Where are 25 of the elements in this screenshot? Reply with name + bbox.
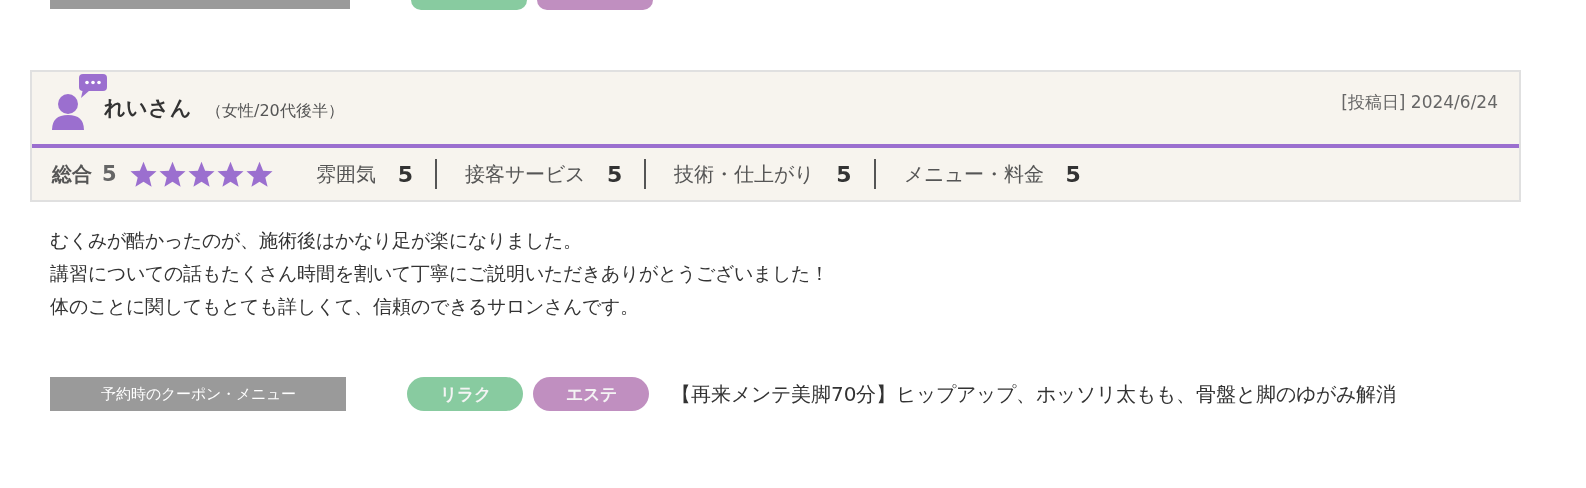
post-date: [投稿日] 2024/6/24 — [1341, 91, 1498, 114]
coupon-heading: 予約時のクーポン・メニュー — [50, 377, 346, 411]
rating-label: メニュー・料金 — [903, 160, 1044, 188]
review-text: 講習についての話もたくさん時間を割いて丁寧にご説明いただきありがとうございました！ — [50, 261, 830, 286]
rating-score: 5 — [397, 161, 413, 187]
rating-score: 5 — [836, 161, 852, 187]
review-text: むくみが酷かったのが、施術後はかなり足が楽になりました。 — [50, 228, 583, 253]
menu-name: 【再来メンテ美脚70分】ヒップアップ、ホッソリ太もも、骨盤と脚のゆがみ解消 — [671, 381, 1398, 408]
star-icon — [157, 159, 187, 189]
review-text: 体のことに関してもとても詳しくて、信頼のできるサロンさんです。 — [50, 294, 640, 319]
star-icon — [186, 159, 216, 189]
reviewer-name: れいさん — [104, 95, 192, 122]
star-icon — [128, 159, 158, 189]
rating-score: 5 — [606, 161, 623, 187]
rating-label: 接客サービス — [464, 160, 585, 188]
overall-score: 5 — [102, 162, 117, 186]
rating-score: 5 — [1065, 161, 1081, 187]
star-icon — [215, 159, 245, 189]
reviewer-profile: （女性/20代後半） — [206, 101, 344, 122]
star-icon — [244, 159, 274, 189]
category-tag: エステ — [533, 377, 649, 411]
overall-label: 総合 — [52, 160, 92, 188]
rating-label: 技術・仕上がり — [674, 160, 815, 188]
category-tag: リラク — [407, 377, 523, 411]
rating-label: 雰囲気 — [315, 160, 376, 188]
